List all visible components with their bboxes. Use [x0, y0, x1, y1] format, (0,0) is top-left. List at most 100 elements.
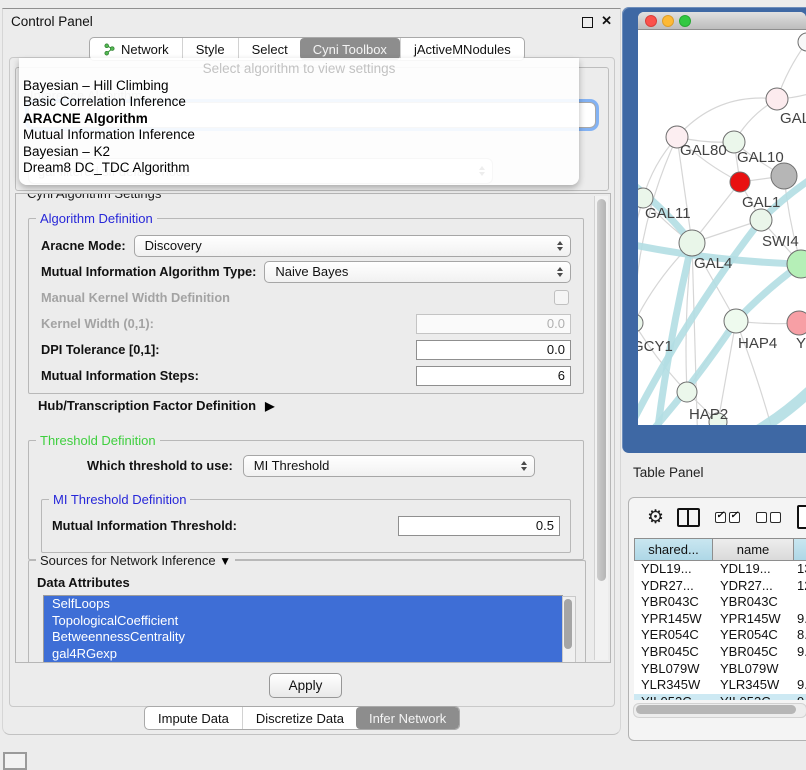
table-icon[interactable]: [797, 505, 806, 529]
data-attribute-item[interactable]: TopologicalCoefficient: [44, 613, 562, 630]
gear-icon[interactable]: ⚙: [647, 506, 664, 529]
deselect-all-icon[interactable]: [756, 512, 784, 523]
table-row[interactable]: YPR145WYPR145W9.: [634, 611, 806, 628]
algorithm-option[interactable]: Dream8 DC_TDC Algorithm: [19, 160, 579, 176]
table-row[interactable]: YDL19...YDL19...13: [634, 561, 806, 578]
table-row[interactable]: YBL079WYBL079W: [634, 661, 806, 678]
combo-arrows-icon: [557, 267, 563, 277]
algorithm-option[interactable]: Basic Correlation Inference: [19, 94, 579, 110]
which-threshold-combobox[interactable]: MI Threshold: [243, 455, 535, 477]
tab-jactivemnodules[interactable]: jActiveMNodules: [400, 38, 524, 60]
mi-type-value: Naive Bayes: [275, 264, 348, 279]
threshold-definition-title: Threshold Definition: [36, 433, 160, 448]
column-header[interactable]: name: [713, 538, 794, 561]
hub-definition-toggle[interactable]: Hub/Transcription Factor Definition ▶: [38, 398, 274, 413]
mi-threshold-field[interactable]: 0.5: [398, 516, 560, 536]
table-row[interactable]: YLR345WYLR345W9.: [634, 677, 806, 694]
column-header[interactable]: shared...: [634, 538, 713, 561]
node-label: GAL: [780, 110, 806, 127]
combo-arrows-icon: [521, 461, 527, 471]
table-row[interactable]: YBR043CYBR043C: [634, 594, 806, 611]
network-node-GCY1[interactable]: [638, 314, 643, 332]
tab-cyni-toolbox[interactable]: Cyni Toolbox: [300, 38, 400, 60]
close-icon[interactable]: ✕: [601, 13, 612, 29]
network-node-HAP4[interactable]: [724, 309, 748, 333]
mi-type-combobox[interactable]: Naive Bayes: [264, 261, 571, 283]
mi-steps-field[interactable]: 6: [416, 366, 571, 386]
network-frame: GALGAL80GAL10GAL1GAL11SWI4GAL4YHAP4GCY1H…: [638, 12, 806, 425]
network-node[interactable]: [798, 33, 806, 51]
dpi-tolerance-field[interactable]: 0.0: [416, 340, 571, 360]
tab-infer-network[interactable]: Infer Network: [356, 707, 459, 729]
manual-kernel-label: Manual Kernel Width Definition: [41, 290, 230, 305]
network-node-GAL1[interactable]: [730, 172, 750, 192]
table-row[interactable]: YDR27...YDR27...12: [634, 578, 806, 595]
split-columns-icon[interactable]: [677, 508, 700, 527]
table-row[interactable]: YER054CYER054C8.: [634, 627, 806, 644]
node-label: Y: [796, 335, 806, 352]
tab-impute-data[interactable]: Impute Data: [145, 707, 242, 729]
node-table: shared... name YDL19...YDL19...13YDR27..…: [634, 538, 806, 700]
tab-select[interactable]: Select: [238, 38, 301, 60]
data-attributes-list[interactable]: SelfLoopsTopologicalCoefficientBetweenne…: [43, 595, 563, 663]
table-cell: 9.: [794, 644, 806, 661]
aracne-mode-value: Discovery: [145, 238, 202, 253]
collapse-triangle-icon[interactable]: ▼: [219, 554, 231, 568]
network-node[interactable]: [771, 163, 797, 189]
tab-network[interactable]: Network: [90, 38, 182, 60]
network-node-HAP2[interactable]: [677, 382, 697, 402]
node-label: GCY1: [638, 338, 673, 355]
attributes-scrollbar[interactable]: [562, 596, 576, 663]
network-canvas[interactable]: GALGAL80GAL10GAL1GAL11SWI4GAL4YHAP4GCY1H…: [638, 31, 806, 425]
algorithm-option[interactable]: Bayesian – Hill Climbing: [19, 78, 579, 94]
network-edge: [677, 98, 777, 137]
data-attribute-item[interactable]: SelfLoops: [44, 596, 562, 613]
apply-button[interactable]: Apply: [269, 673, 342, 698]
network-window-titlebar[interactable]: [638, 12, 806, 30]
algorithm-dropdown-popup: Select algorithm to view settings Bayesi…: [19, 58, 579, 185]
data-attribute-item[interactable]: gal4RGexp: [44, 646, 562, 663]
algorithm-option[interactable]: Bayesian – K2: [19, 144, 579, 160]
float-window-icon[interactable]: [582, 17, 593, 28]
table-row[interactable]: YBR045CYBR045C9.: [634, 644, 806, 661]
select-all-icon[interactable]: [715, 512, 743, 523]
node-label: GAL10: [737, 149, 784, 166]
manual-kernel-checkbox[interactable]: [554, 290, 569, 305]
table-cell: 9.: [794, 677, 806, 694]
table-hscrollbar[interactable]: [633, 703, 806, 718]
kernel-width-field[interactable]: 0.0: [416, 314, 571, 334]
column-header[interactable]: [794, 538, 806, 561]
network-node-Y[interactable]: [787, 311, 806, 335]
table-cell: YBL079W: [713, 661, 794, 678]
table-row[interactable]: YIL052CYIL052C9.: [634, 694, 806, 700]
table-cell: YDL19...: [713, 561, 794, 578]
mi-type-label: Mutual Information Algorithm Type:: [41, 264, 256, 279]
table-cell: [794, 594, 806, 611]
zoom-traffic-light-icon[interactable]: [679, 15, 691, 27]
network-node-SWI4[interactable]: [750, 209, 772, 231]
table-cell: YDR27...: [634, 578, 713, 595]
tab-discretize-data[interactable]: Discretize Data: [242, 707, 357, 729]
algorithm-definition-group: Algorithm Definition Aracne Mode: Discov…: [28, 218, 584, 394]
table-cell: YPR145W: [634, 611, 713, 628]
algorithm-option[interactable]: Mutual Information Inference: [19, 127, 579, 143]
tab-style[interactable]: Style: [182, 38, 238, 60]
table-cell: YPR145W: [713, 611, 794, 628]
aracne-mode-combobox[interactable]: Discovery: [134, 235, 571, 257]
tab-label: Discretize Data: [256, 711, 344, 726]
close-traffic-light-icon[interactable]: [645, 15, 657, 27]
minimize-traffic-light-icon[interactable]: [662, 15, 674, 27]
scrollbar-thumb[interactable]: [564, 599, 572, 649]
bottom-left-button[interactable]: [3, 752, 27, 770]
tab-label: Impute Data: [158, 711, 229, 726]
network-icon: [103, 43, 116, 56]
network-node-GAL4[interactable]: [679, 230, 705, 256]
settings-scrollbar[interactable]: [594, 196, 608, 660]
algorithm-option[interactable]: ARACNE Algorithm: [19, 111, 579, 127]
network-node-GAL[interactable]: [766, 88, 788, 110]
hub-definition-label: Hub/Transcription Factor Definition: [38, 398, 256, 413]
scrollbar-thumb[interactable]: [636, 705, 796, 714]
data-attribute-item[interactable]: BetweennessCentrality: [44, 629, 562, 646]
tab-label: Style: [196, 42, 225, 57]
scrollbar-thumb[interactable]: [597, 199, 606, 581]
